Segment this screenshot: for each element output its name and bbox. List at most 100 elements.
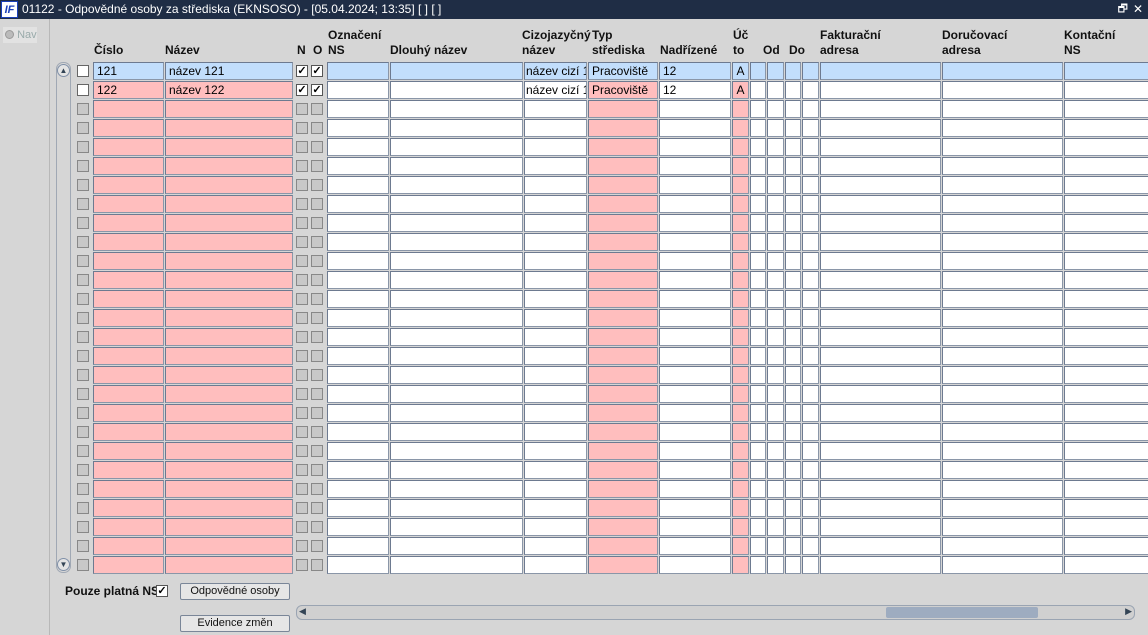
cell-cizo[interactable] (524, 119, 587, 137)
n-checkbox[interactable] (296, 236, 308, 248)
cell-od[interactable] (767, 138, 784, 156)
cell-ucto[interactable] (732, 138, 749, 156)
cell-nadrizene[interactable] (659, 100, 731, 118)
o-checkbox[interactable] (311, 521, 323, 533)
cell-cislo[interactable] (93, 176, 164, 194)
cell-nadrizene[interactable] (659, 252, 731, 270)
n-checkbox[interactable] (296, 350, 308, 362)
cell-oznaceni[interactable] (327, 157, 389, 175)
cell-dlouhy[interactable] (390, 404, 523, 422)
cell-dlouhy[interactable] (390, 556, 523, 574)
cell-typ[interactable] (588, 366, 658, 384)
cell-ucto[interactable] (732, 537, 749, 555)
cell-nazev[interactable]: název 122 (165, 81, 293, 99)
row-select-checkbox[interactable] (77, 502, 89, 514)
cell-od[interactable] (767, 537, 784, 555)
cell-c1[interactable] (750, 100, 766, 118)
cell-cislo[interactable] (93, 385, 164, 403)
cell-typ[interactable] (588, 328, 658, 346)
scroll-right-icon[interactable]: ▶ (1125, 606, 1132, 617)
cell-do[interactable] (785, 461, 801, 479)
cell-nazev[interactable] (165, 499, 293, 517)
cell-oznaceni[interactable] (327, 442, 389, 460)
cell-kont[interactable] (1064, 233, 1148, 251)
cell-typ[interactable] (588, 537, 658, 555)
cell-cizo[interactable] (524, 290, 587, 308)
cell-od[interactable] (767, 81, 784, 99)
vertical-scrollbar[interactable]: ▲ ▼ (56, 62, 71, 573)
cell-typ[interactable] (588, 556, 658, 574)
cell-ucto[interactable] (732, 518, 749, 536)
n-checkbox[interactable] (296, 445, 308, 457)
cell-typ[interactable] (588, 252, 658, 270)
cell-typ[interactable] (588, 214, 658, 232)
cell-typ[interactable] (588, 518, 658, 536)
cell-od[interactable] (767, 556, 784, 574)
n-checkbox[interactable]: ✓ (296, 84, 308, 96)
cell-fakt[interactable] (820, 499, 941, 517)
cell-c1[interactable] (750, 499, 766, 517)
cell-fakt[interactable] (820, 347, 941, 365)
cell-oznaceni[interactable] (327, 233, 389, 251)
cell-nadrizene[interactable]: 12 (659, 62, 731, 80)
cell-fakt[interactable] (820, 442, 941, 460)
cell-nazev[interactable] (165, 309, 293, 327)
cell-c2[interactable] (802, 290, 819, 308)
cell-od[interactable] (767, 480, 784, 498)
cell-c2[interactable] (802, 366, 819, 384)
cell-fakt[interactable] (820, 195, 941, 213)
n-checkbox[interactable] (296, 540, 308, 552)
cell-c2[interactable] (802, 556, 819, 574)
cell-oznaceni[interactable] (327, 290, 389, 308)
cell-nadrizene[interactable] (659, 271, 731, 289)
cell-ucto[interactable] (732, 347, 749, 365)
cell-fakt[interactable] (820, 518, 941, 536)
o-checkbox[interactable] (311, 331, 323, 343)
n-checkbox[interactable] (296, 198, 308, 210)
n-checkbox[interactable] (296, 464, 308, 476)
cell-dlouhy[interactable] (390, 81, 523, 99)
cell-fakt[interactable] (820, 252, 941, 270)
cell-ucto[interactable] (732, 309, 749, 327)
cell-typ[interactable] (588, 100, 658, 118)
cell-dor[interactable] (942, 385, 1063, 403)
cell-ucto[interactable] (732, 423, 749, 441)
row-select-checkbox[interactable] (77, 65, 89, 77)
cell-nazev[interactable] (165, 271, 293, 289)
cell-od[interactable] (767, 195, 784, 213)
cell-typ[interactable] (588, 290, 658, 308)
cell-c1[interactable] (750, 347, 766, 365)
cell-do[interactable] (785, 385, 801, 403)
cell-c1[interactable] (750, 138, 766, 156)
cell-dor[interactable] (942, 442, 1063, 460)
scroll-left-icon[interactable]: ◀ (299, 606, 306, 617)
cell-nadrizene[interactable]: 12 (659, 81, 731, 99)
cell-c2[interactable] (802, 252, 819, 270)
cell-c1[interactable] (750, 176, 766, 194)
n-checkbox[interactable]: ✓ (296, 65, 308, 77)
cell-oznaceni[interactable] (327, 81, 389, 99)
pouze-platna-checkbox[interactable]: ✓ (156, 585, 168, 597)
cell-c2[interactable] (802, 518, 819, 536)
cell-cislo[interactable] (93, 157, 164, 175)
cell-typ[interactable]: Pracoviště (588, 62, 658, 80)
cell-cizo[interactable]: název cizí 1 (524, 62, 587, 80)
cell-od[interactable] (767, 385, 784, 403)
cell-c1[interactable] (750, 480, 766, 498)
cell-ucto[interactable] (732, 252, 749, 270)
cell-c2[interactable] (802, 328, 819, 346)
cell-dor[interactable] (942, 157, 1063, 175)
row-select-checkbox[interactable] (77, 369, 89, 381)
cell-c2[interactable] (802, 537, 819, 555)
cell-c1[interactable] (750, 214, 766, 232)
cell-do[interactable] (785, 404, 801, 422)
cell-dor[interactable] (942, 176, 1063, 194)
cell-nazev[interactable] (165, 404, 293, 422)
cell-ucto[interactable] (732, 214, 749, 232)
cell-od[interactable] (767, 290, 784, 308)
cell-typ[interactable] (588, 195, 658, 213)
cell-oznaceni[interactable] (327, 366, 389, 384)
cell-cizo[interactable] (524, 233, 587, 251)
cell-oznaceni[interactable] (327, 499, 389, 517)
n-checkbox[interactable] (296, 122, 308, 134)
